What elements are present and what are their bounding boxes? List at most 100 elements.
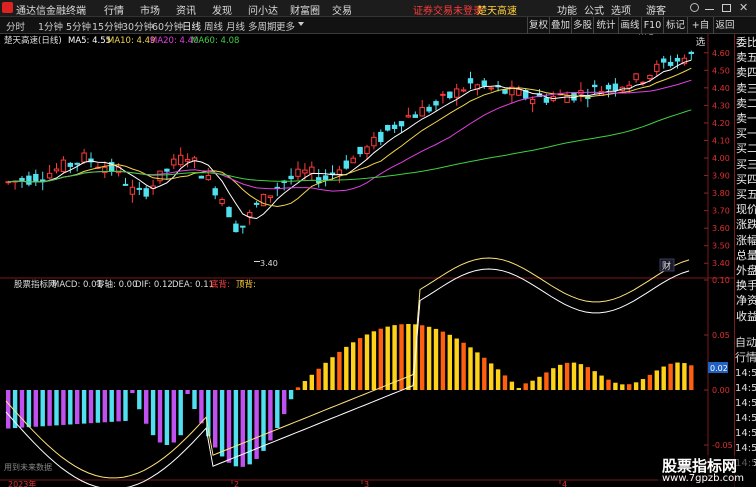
period-tab-30min[interactable]: 30分钟: [122, 19, 153, 33]
macd-bar: [420, 325, 425, 390]
stock-notice[interactable]: 楚天高速: [477, 2, 517, 17]
period-tab-5min[interactable]: 5分钟: [66, 19, 91, 33]
macd-bar: [392, 325, 397, 390]
toolbar-restore-rights[interactable]: 复权: [527, 17, 549, 34]
ind-y-label: 0.10: [712, 276, 730, 285]
toolbar-back[interactable]: 返回: [713, 17, 736, 34]
macd-bar: [330, 357, 335, 390]
period-tab-more[interactable]: 更多: [276, 19, 295, 33]
macd-bar: [192, 390, 197, 410]
y-tick-label: 3.70: [712, 207, 730, 216]
candle-body: [247, 212, 253, 218]
macd-bar: [516, 387, 521, 390]
candle-body: [674, 57, 681, 62]
macd-bar: [302, 381, 308, 390]
side-row: 涨跌: [736, 218, 756, 232]
period-tab-15min[interactable]: 15分钟: [92, 19, 123, 33]
candle-body: [53, 168, 60, 172]
period-tab-multi[interactable]: 多周期: [248, 19, 277, 33]
macd-bar: [475, 352, 480, 390]
ma-line: [8, 109, 692, 183]
macd-bar: [530, 380, 535, 390]
candle-body: [302, 169, 308, 174]
macd-bar: [558, 364, 563, 390]
candle-body: [605, 84, 612, 90]
macd-bar: [682, 363, 687, 390]
candle-body: [391, 124, 398, 129]
candle-body: [171, 158, 177, 166]
side-row: 净资: [736, 294, 756, 308]
theme-icon[interactable]: [690, 3, 699, 12]
chevron-down-icon[interactable]: [298, 22, 304, 26]
toolbar-draw-line[interactable]: 画线: [618, 17, 641, 34]
macd-bar: [185, 390, 190, 394]
macd-bar: [509, 381, 515, 390]
stock-chart[interactable]: 4.60 4.50 4.40 4.30 4.20 4.10 4.00 3.90 3.80 3.70…: [0, 34, 734, 487]
candle-body: [164, 168, 170, 172]
indicator-legend: 股票指标网: [14, 279, 57, 290]
macd-bar: [668, 363, 673, 390]
candle-body: [433, 101, 439, 106]
login-notice[interactable]: 证券交易未登录: [413, 2, 483, 17]
side-row: 买三: [736, 157, 756, 171]
indicator-legend: 底背:: [210, 279, 230, 290]
toolbar-mark[interactable]: 标记: [663, 17, 687, 34]
toolbar-add-watchlist[interactable]: +自选: [687, 17, 713, 48]
toolbar-multi-stock[interactable]: 多股: [571, 17, 593, 34]
menu-news[interactable]: 资讯: [176, 2, 196, 17]
candle-body: [467, 78, 474, 84]
menu-function[interactable]: 功能: [557, 2, 577, 17]
macd-bar: [54, 390, 59, 426]
indicator-legend: 顶背:: [236, 279, 256, 290]
quote-label[interactable]: 行情: [735, 349, 756, 365]
y-tick-label: 4.30: [712, 101, 730, 110]
macd-bar: [102, 390, 107, 423]
toolbar-overlay[interactable]: 叠加: [549, 17, 571, 34]
menu-trade[interactable]: 交易: [332, 2, 352, 17]
auto-quote-label[interactable]: 自动: [735, 334, 756, 350]
macd-bar: [675, 362, 680, 390]
guest-label[interactable]: 游客: [646, 2, 666, 17]
period-tab-1min[interactable]: 1分钟: [38, 19, 63, 33]
macd-bar: [433, 328, 439, 390]
menu-formula[interactable]: 公式: [584, 2, 604, 17]
close-icon[interactable]: ✕: [739, 1, 748, 14]
side-time: 14:56: [735, 428, 756, 439]
period-tab-weekly[interactable]: 周线: [204, 19, 223, 33]
toolbar-f10[interactable]: F10: [641, 17, 663, 34]
toolbar-statistics[interactable]: 统计: [593, 17, 618, 34]
macd-bar: [564, 362, 570, 390]
minimize-icon[interactable]: [705, 9, 714, 10]
candle-body: [516, 88, 522, 96]
macd-bar: [371, 331, 377, 390]
menu-market[interactable]: 市场: [140, 2, 160, 17]
period-tab-monthly[interactable]: 月线: [226, 19, 245, 33]
menu-options[interactable]: 选项: [611, 2, 631, 17]
menu-discover[interactable]: 发现: [212, 2, 232, 17]
candle-body: [385, 124, 391, 131]
macd-bar: [406, 324, 411, 390]
period-tab-daily[interactable]: 日线: [182, 19, 201, 33]
candle-body: [129, 186, 136, 195]
period-tab-intraday[interactable]: 分时: [6, 19, 25, 33]
menu-wealth-circle[interactable]: 财富圈: [290, 2, 320, 17]
menu-ask-xiaoda[interactable]: 问小达: [248, 2, 278, 17]
candle-body: [502, 89, 508, 94]
month-label: 3: [364, 480, 369, 487]
candle-body: [19, 177, 25, 182]
y-tick-label: 4.40: [712, 84, 730, 93]
quote-side-panel: 委比 卖五 卖四 卖三 卖二 卖一 买一 买二 买三 买四 买五 现价 涨跌 涨幅 总量 外盘 换手 净资 收益 自…: [734, 34, 756, 487]
macd-bar: [164, 390, 170, 445]
candle-body: [81, 152, 87, 163]
side-row: 买一: [736, 127, 756, 141]
macd-bar: [454, 338, 459, 390]
maximize-icon[interactable]: [722, 4, 731, 12]
y-tick-label: 4.20: [712, 119, 730, 128]
macd-bar: [468, 347, 473, 390]
side-row: 换手: [736, 279, 756, 293]
period-tab-60min[interactable]: 60分钟: [152, 19, 183, 33]
candle-body: [488, 87, 494, 90]
macd-bar: [447, 334, 452, 390]
macd-bar: [81, 390, 87, 424]
menu-quotes[interactable]: 行情: [104, 2, 124, 17]
